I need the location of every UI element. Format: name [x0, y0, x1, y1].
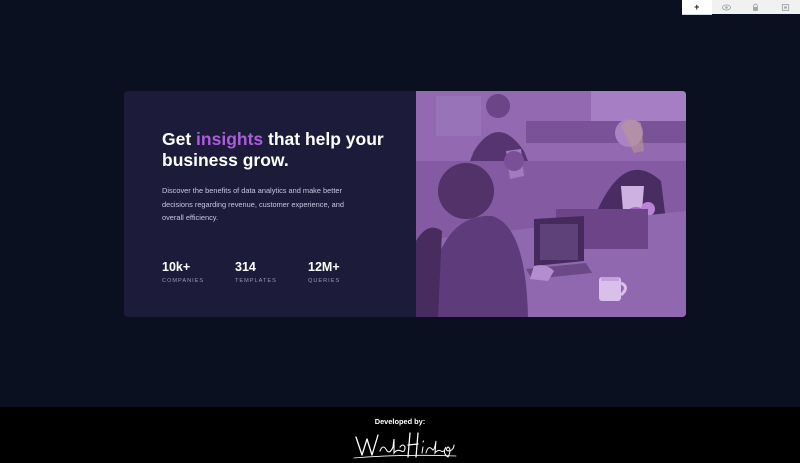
card-content: Get insights that help your business gro…	[124, 91, 416, 317]
headline-accent: insights	[196, 129, 264, 149]
plus-button[interactable]: +	[682, 0, 712, 15]
eye-button[interactable]	[712, 0, 742, 14]
stat-label: COMPANIES	[162, 278, 205, 284]
eye-icon	[721, 4, 731, 10]
headline-start: Get	[162, 129, 197, 149]
header-image	[416, 91, 686, 317]
toolbar: +	[682, 0, 800, 15]
stat-label: TEMPLATES	[235, 278, 277, 284]
stat-templates: 314 TEMPLATES	[235, 260, 308, 284]
lock-icon	[753, 3, 759, 11]
lock-button[interactable]	[741, 0, 771, 14]
headline: Get insights that help your business gro…	[162, 129, 392, 171]
stat-value: 12M+	[308, 260, 340, 274]
developed-by-label: Developed by:	[374, 417, 426, 426]
stats-row: 10k+ COMPANIES 314 TEMPLATES 12M+ QUERIE…	[162, 260, 381, 284]
stat-value: 10k+	[162, 260, 191, 274]
description: Discover the benefits of data analytics …	[162, 186, 344, 222]
stats-preview-card: Get insights that help your business gro…	[124, 91, 686, 317]
signature-logo	[353, 432, 457, 459]
window-icon	[781, 3, 789, 11]
office-meeting-photo	[416, 91, 686, 317]
stat-value: 314	[235, 260, 256, 274]
stat-label: QUERIES	[308, 278, 341, 284]
footer: Developed by:	[0, 407, 800, 463]
stat-companies: 10k+ COMPANIES	[162, 260, 235, 284]
plus-icon: +	[694, 1, 700, 12]
page: + Get insights that help your business g…	[0, 0, 800, 463]
window-button[interactable]	[771, 0, 800, 14]
stat-queries: 12M+ QUERIES	[308, 260, 381, 284]
